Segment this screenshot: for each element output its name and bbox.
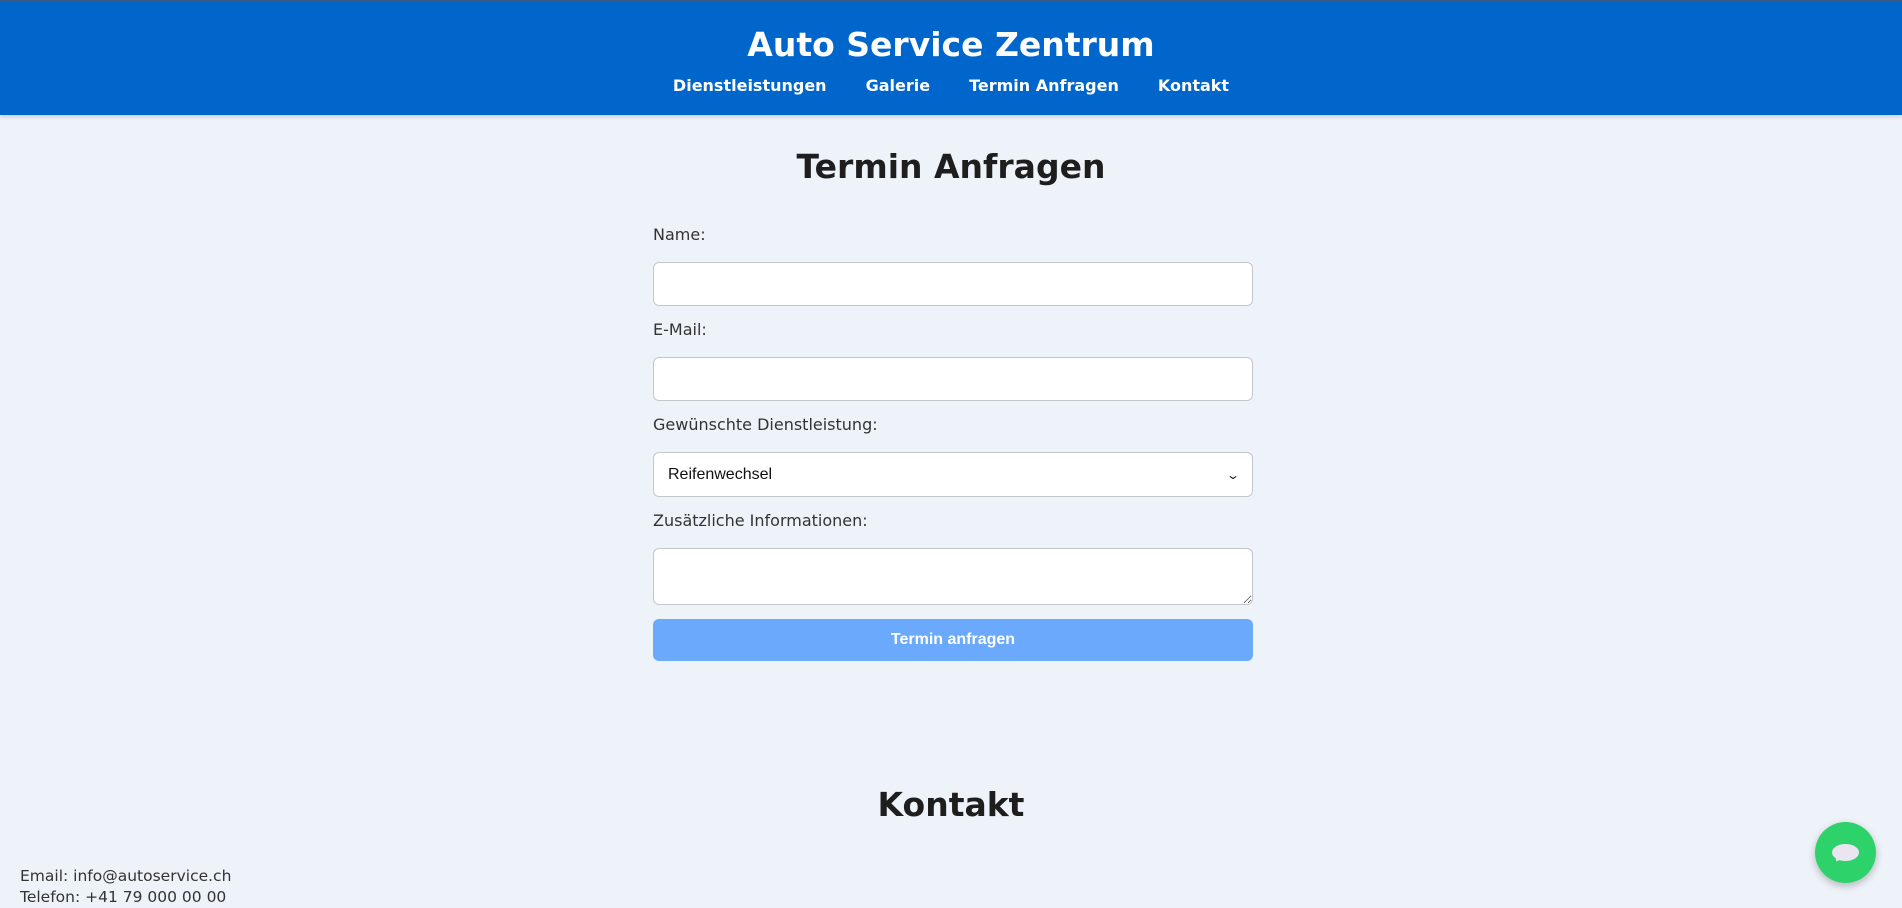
email-input[interactable] [653,357,1253,401]
chat-button[interactable] [1815,822,1876,883]
service-select[interactable]: Reifenwechsel ⌄ [653,452,1253,497]
nav-link-kontakt[interactable]: Kontakt [1158,76,1229,96]
nav-link-galerie[interactable]: Galerie [866,76,931,96]
contact-email: Email: info@autoservice.ch [20,867,232,885]
contact-phone: Telefon: +41 79 000 00 00 [20,888,227,906]
info-label: Zusätzliche Informationen: [653,511,868,530]
nav-link-termin-anfragen[interactable]: Termin Anfragen [969,76,1119,96]
info-textarea[interactable] [653,548,1253,605]
email-label: E-Mail: [653,320,707,339]
appointment-title: Termin Anfragen [796,147,1106,186]
name-label: Name: [653,225,706,244]
nav-link-dienstleistungen[interactable]: Dienstleistungen [673,76,827,96]
site-title: Auto Service Zentrum [747,25,1155,64]
site-header: Auto Service Zentrum Dienstleistungen Ga… [0,0,1902,115]
chevron-down-icon: ⌄ [1225,467,1241,482]
name-input[interactable] [653,262,1253,306]
contact-title: Kontakt [877,785,1025,824]
submit-button[interactable]: Termin anfragen [653,619,1253,661]
main-nav: Dienstleistungen Galerie Termin Anfragen… [0,76,1902,96]
contact-info: Email: info@autoservice.ch Telefon: +41 … [20,866,231,908]
service-selected-value: Reifenwechsel [668,465,773,483]
service-label: Gewünschte Dienstleistung: [653,415,878,434]
